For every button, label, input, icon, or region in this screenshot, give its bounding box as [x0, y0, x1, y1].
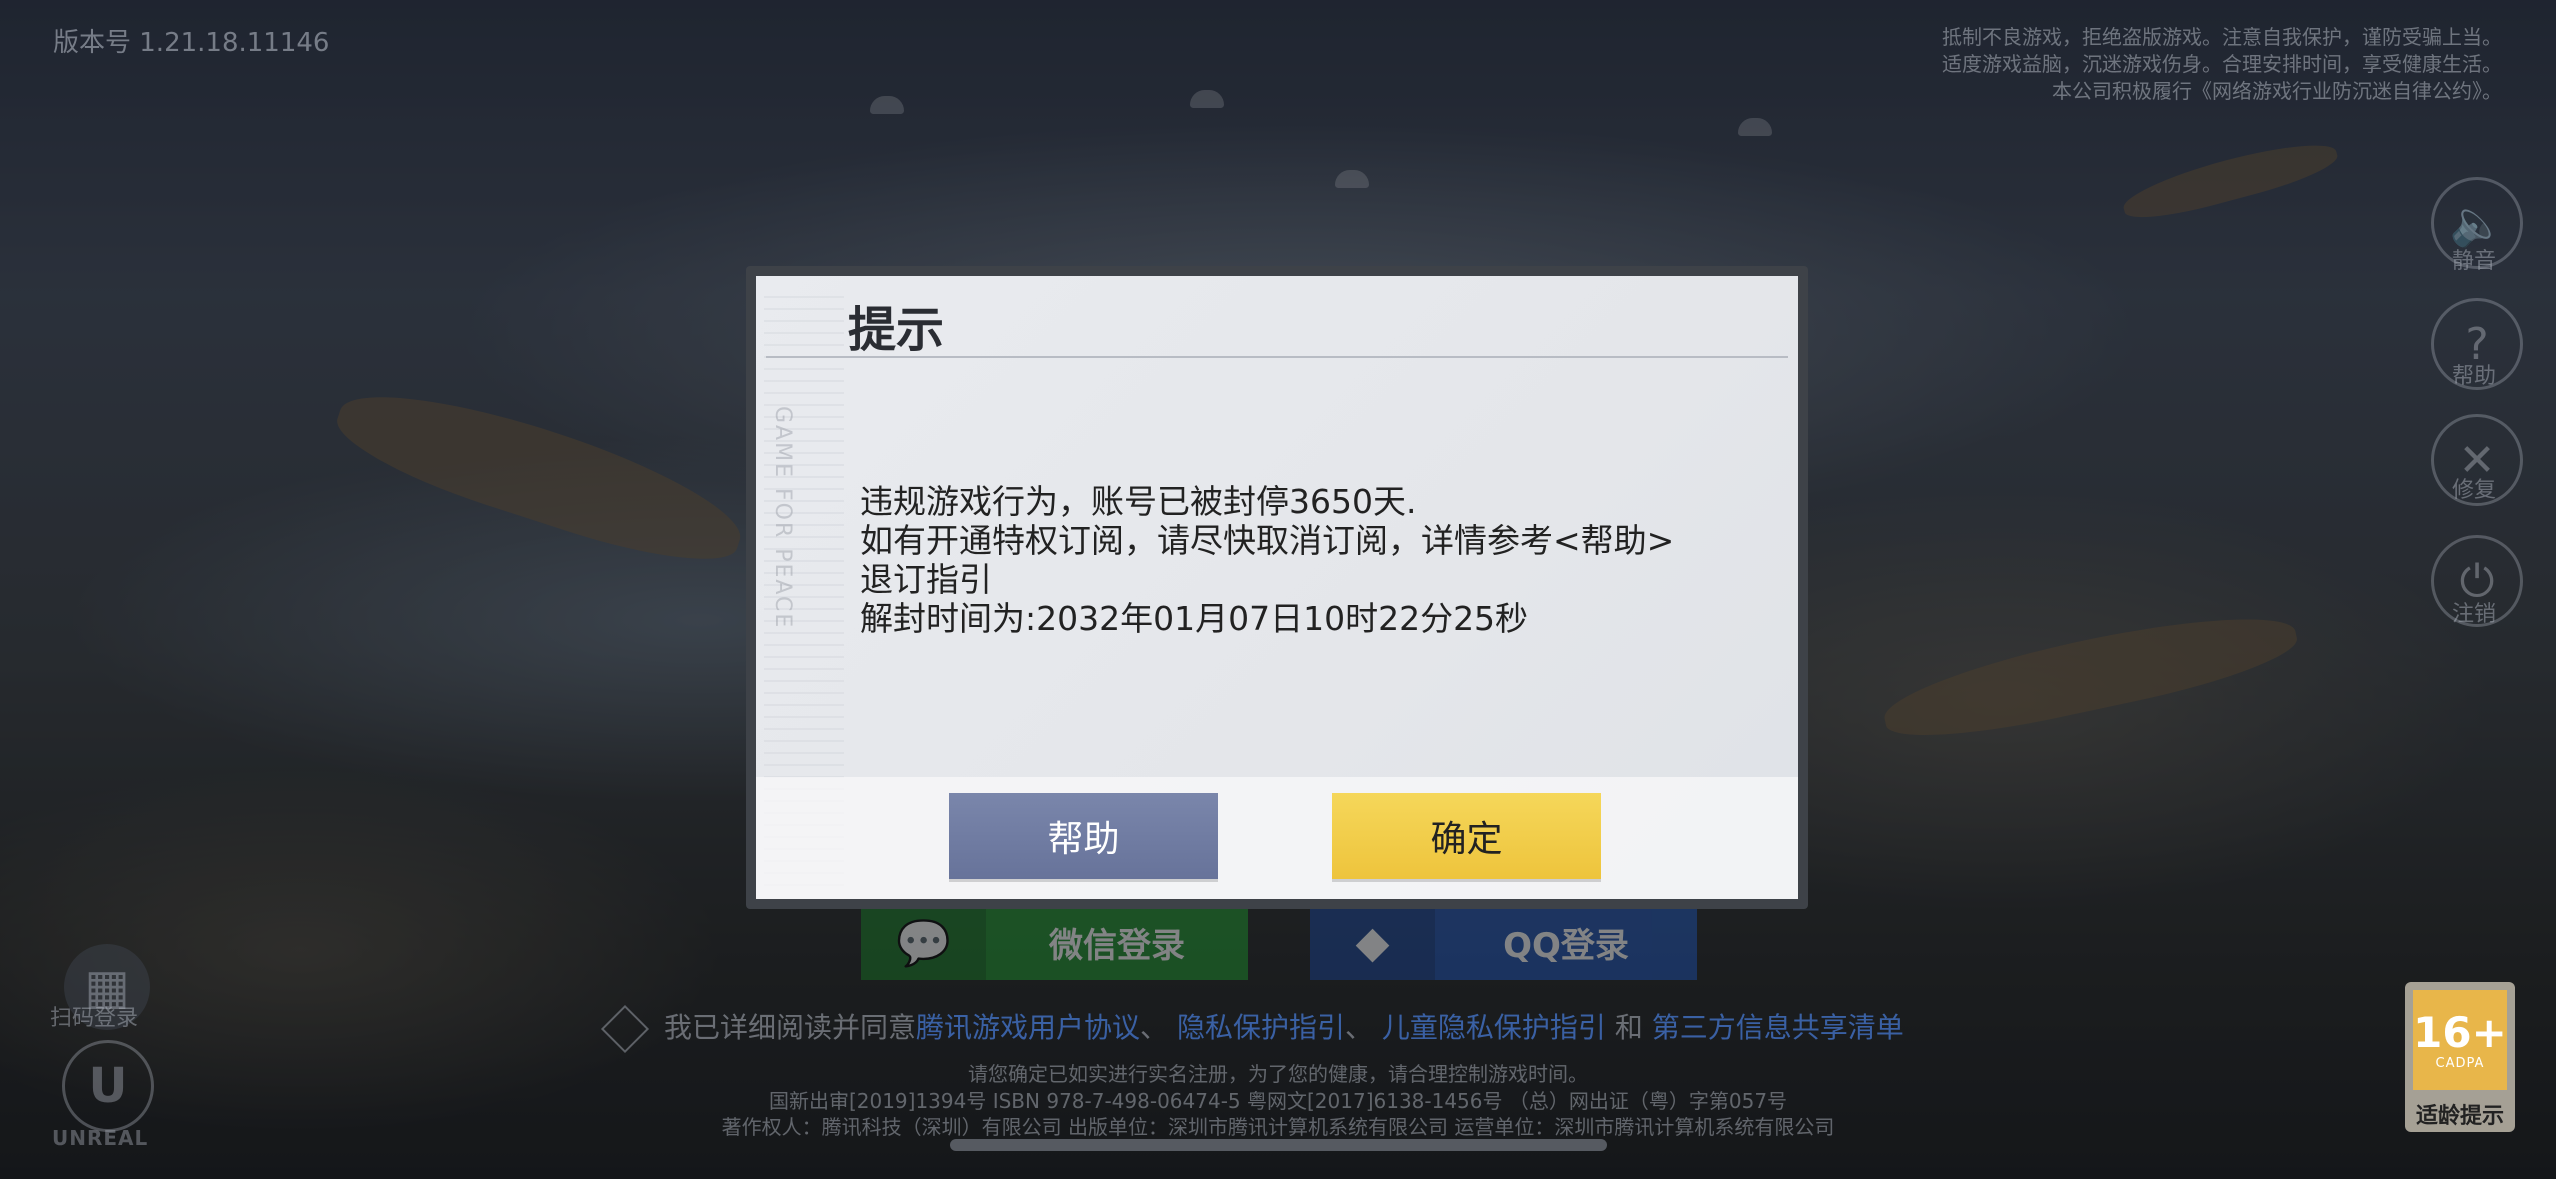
footer-line-2: 国新出审[2019]1394号 ISBN 978-7-498-06474-5 粤… [768, 1089, 1788, 1113]
help-side-label: 帮助 [2451, 364, 2496, 389]
footer-line-1: 请您确定已如实进行实名注册，为了您的健康，请合理控制游戏时间。 [968, 1062, 1588, 1086]
logout-label: 注销 [2451, 602, 2496, 627]
child-privacy-link[interactable]: 儿童隐私保护指引 [1382, 1011, 1606, 1044]
repair-label: 修复 [2451, 478, 2496, 503]
unreal-engine-text: UNREAL [52, 1126, 149, 1150]
dialog-watermark: GAME FOR PEACE [770, 406, 795, 630]
message-line: 如有开通特权订阅，请尽快取消订阅，详情参考<帮助> [860, 521, 1675, 560]
qq-login-button[interactable]: ◆ QQ登录 [1310, 905, 1697, 980]
agreement-row: 我已详细阅读并同意腾讯游戏用户协议、 隐私保护指引、 儿童隐私保护指引 和 第三… [600, 1004, 1904, 1054]
ban-notice-dialog: GAME FOR PEACE 提示 违规游戏行为，账号已被封停3650天. 如有… [756, 276, 1798, 899]
title-divider [766, 356, 1788, 358]
version-label: 版本号 1.21.18.11146 [53, 28, 330, 58]
unreal-engine-logo: U [62, 1040, 154, 1132]
speaker-icon: 🔈 [2449, 198, 2505, 249]
health-notice: 抵制不良游戏，拒绝盗版游戏。注意自我保护，谨防受骗上当。 适度游戏益脑，沉迷游戏… [1942, 25, 2502, 103]
message-line: 退订指引 [860, 560, 992, 599]
qr-scan-label: 扫码登录 [50, 1006, 139, 1031]
third-party-list-link[interactable]: 第三方信息共享清单 [1652, 1011, 1904, 1044]
help-button[interactable]: 帮助 [949, 793, 1218, 879]
message-line: 解封时间为:2032年01月07日10时22分25秒 [860, 599, 1529, 638]
age-rating-label: 适龄提示 [2415, 1104, 2504, 1129]
agreement-checkbox[interactable] [600, 1004, 650, 1054]
privacy-link[interactable]: 隐私保护指引 [1177, 1011, 1345, 1044]
wechat-login-button[interactable]: 💬 微信登录 [861, 905, 1248, 980]
dialog-title: 提示 [848, 302, 945, 358]
confirm-button[interactable]: 确定 [1332, 793, 1601, 879]
user-agreement-link[interactable]: 腾讯游戏用户协议 [916, 1011, 1140, 1044]
dialog-button-area [756, 777, 1798, 899]
age-rating-tag: CADPA [2435, 1055, 2485, 1071]
mute-label: 静音 [2451, 249, 2496, 274]
dialog-message: 违规游戏行为，账号已被封停3650天. 如有开通特权订阅，请尽快取消订阅，详情参… [860, 482, 1674, 638]
home-indicator[interactable] [950, 1139, 1607, 1151]
message-line: 违规游戏行为，账号已被封停3650天. [860, 482, 1417, 521]
age-rating-badge[interactable]: 16+ CADPA 适龄提示 [2405, 982, 2515, 1132]
wechat-icon: 💬 [861, 905, 986, 980]
age-rating-number: 16+ [2413, 1007, 2507, 1057]
qq-penguin-icon: ◆ [1310, 905, 1435, 980]
footer-line-3: 著作权人：腾讯科技（深圳）有限公司 出版单位：深圳市腾讯计算机系统有限公司 运营… [721, 1115, 1835, 1139]
